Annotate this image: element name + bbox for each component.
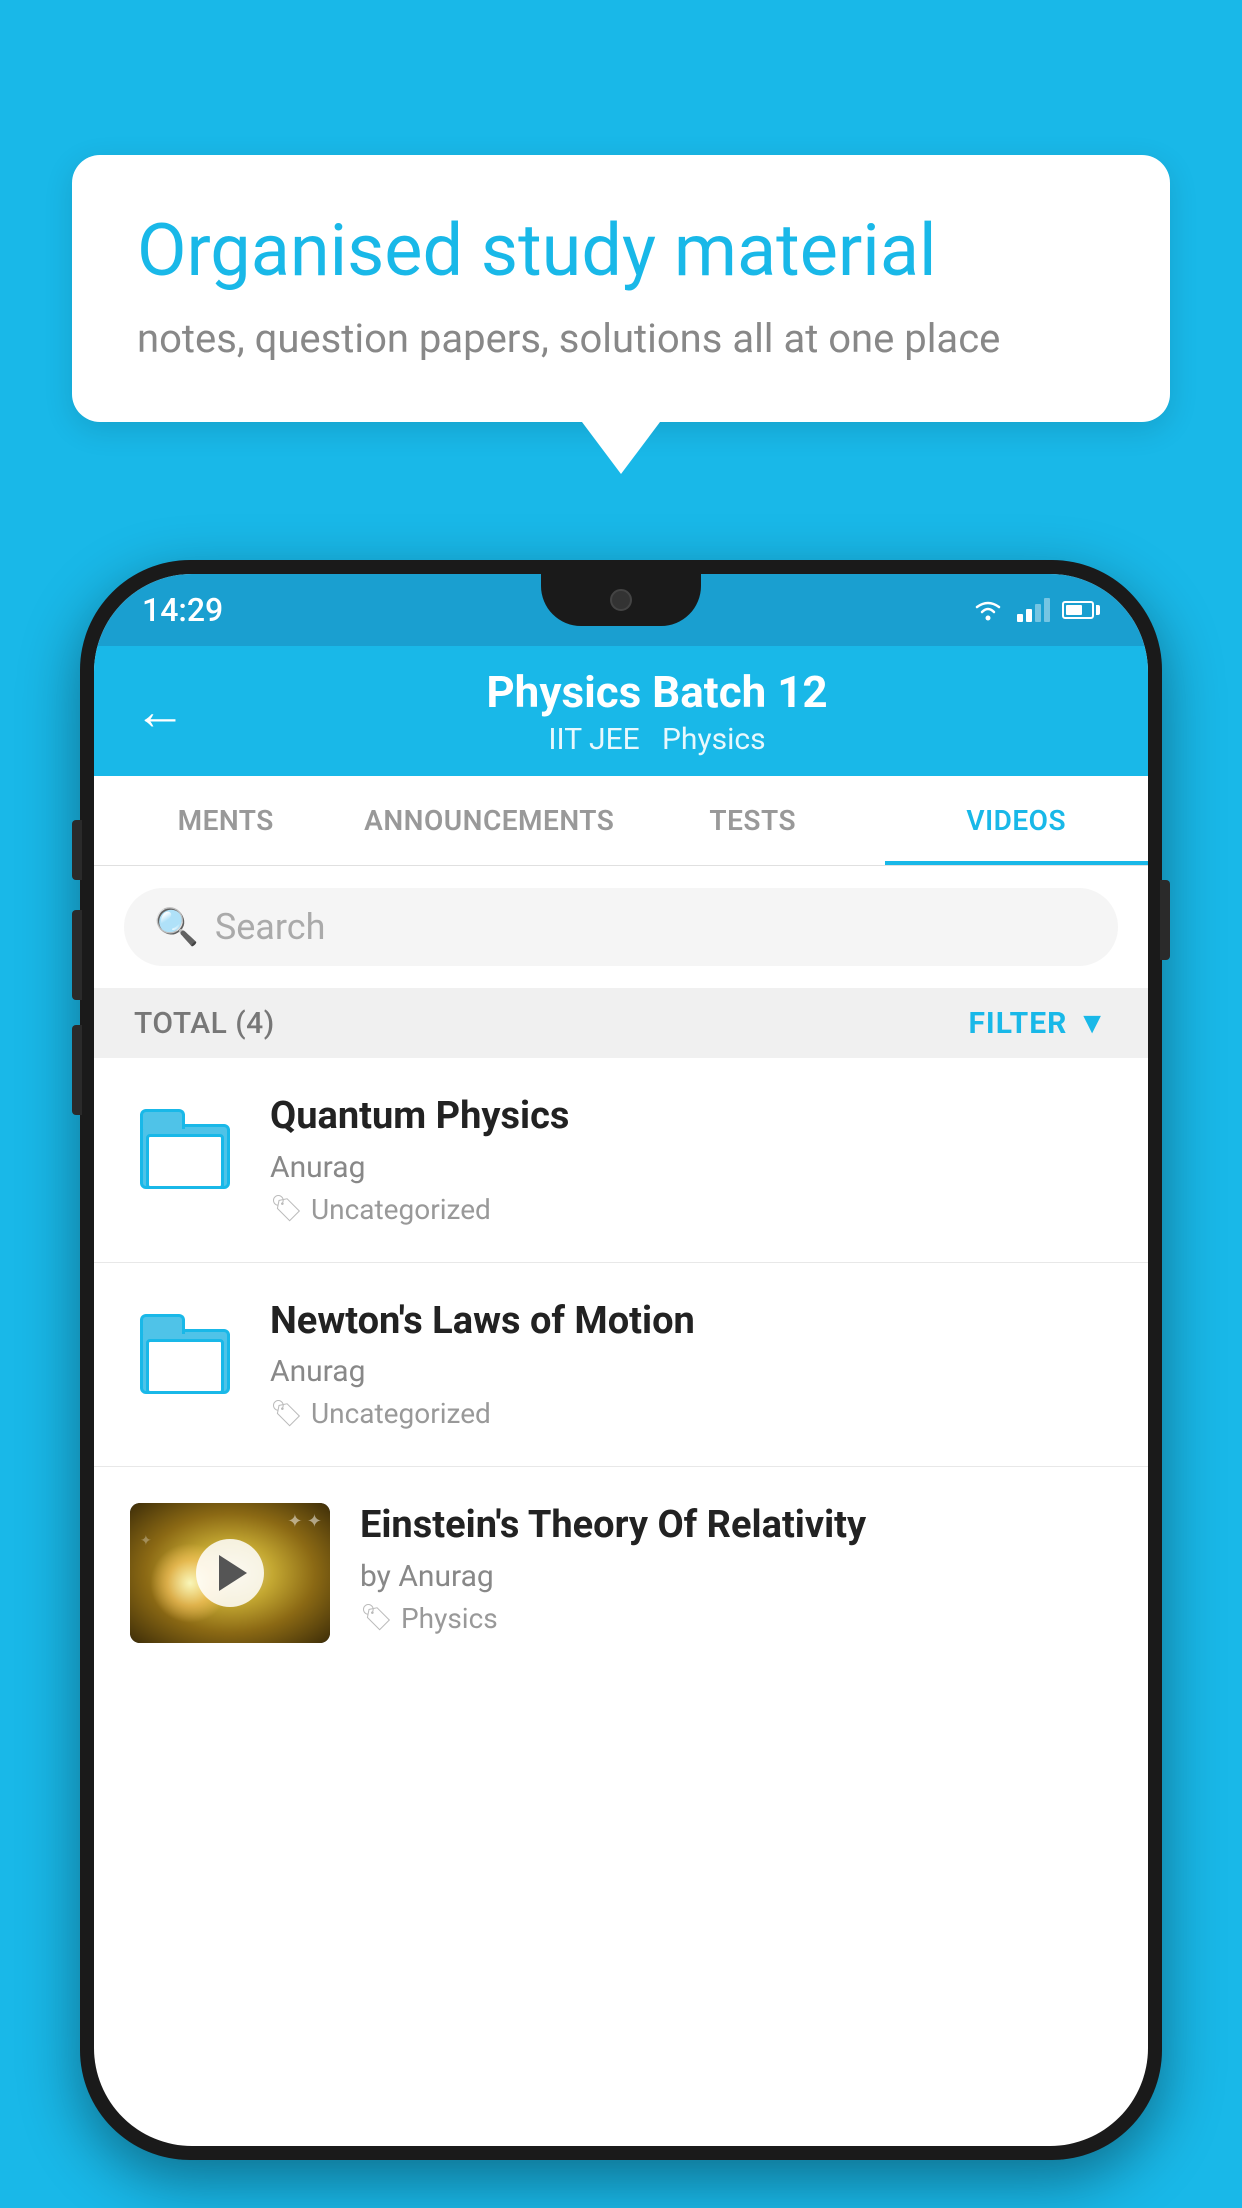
battery-icon: [1062, 601, 1100, 619]
list-item[interactable]: Newton's Laws of Motion Anurag 🏷 Uncateg…: [94, 1263, 1148, 1468]
phone-mockup: 14:29: [80, 560, 1162, 2160]
play-icon: [219, 1555, 247, 1591]
video-thumbnail: ✦ ✦ ✦: [130, 1503, 330, 1643]
video-author: Anurag: [270, 1150, 1112, 1185]
tabs-bar: MENTS ANNOUNCEMENTS TESTS VIDEOS: [94, 776, 1148, 866]
filter-button[interactable]: FILTER ▼: [968, 1006, 1108, 1041]
content-area: Quantum Physics Anurag 🏷 Uncategorized: [94, 1058, 1148, 1679]
power-button: [1160, 880, 1170, 960]
phone-outer: 14:29: [80, 560, 1162, 2160]
tag-icon: 🏷: [270, 1399, 303, 1429]
video-info: Quantum Physics Anurag 🏷 Uncategorized: [270, 1094, 1112, 1226]
tab-ments[interactable]: MENTS: [94, 776, 358, 865]
tag-icon: 🏷: [360, 1603, 393, 1633]
app-bar: ← Physics Batch 12 IIT JEE Physics: [94, 646, 1148, 776]
filter-funnel-icon: ▼: [1077, 1006, 1108, 1041]
volume-down-button: [72, 1025, 82, 1115]
speech-bubble-title: Organised study material: [137, 210, 1105, 293]
wifi-icon: [971, 598, 1005, 622]
tab-tests[interactable]: TESTS: [621, 776, 885, 865]
app-bar-title-group: Physics Batch 12 IIT JEE Physics: [206, 666, 1108, 757]
video-info: Einstein's Theory Of Relativity by Anura…: [360, 1503, 1112, 1635]
filter-label: FILTER: [968, 1006, 1067, 1041]
filter-bar: TOTAL (4) FILTER ▼: [94, 988, 1148, 1058]
front-camera: [610, 589, 632, 611]
play-button[interactable]: [196, 1539, 264, 1607]
list-item[interactable]: ✦ ✦ ✦ Einstein's Theory Of Relativity by…: [94, 1467, 1148, 1679]
folder-icon-container: [130, 1094, 240, 1204]
app-bar-title: Physics Batch 12: [206, 666, 1108, 718]
video-title: Quantum Physics: [270, 1094, 1112, 1140]
search-bar[interactable]: 🔍 Search: [124, 888, 1118, 966]
tag-label: Uncategorized: [311, 1397, 491, 1430]
total-count: TOTAL (4): [134, 1006, 275, 1041]
search-placeholder: Search: [215, 906, 326, 948]
video-author: by Anurag: [360, 1559, 1112, 1594]
folder-icon: [140, 1314, 230, 1394]
status-bar: 14:29: [94, 574, 1148, 646]
phone-screen: 14:29: [94, 574, 1148, 2146]
search-icon: 🔍: [154, 906, 199, 948]
video-info: Newton's Laws of Motion Anurag 🏷 Uncateg…: [270, 1299, 1112, 1431]
search-container: 🔍 Search: [94, 866, 1148, 988]
video-tag: 🏷 Physics: [360, 1602, 1112, 1635]
folder-icon: [140, 1109, 230, 1189]
list-item[interactable]: Quantum Physics Anurag 🏷 Uncategorized: [94, 1058, 1148, 1263]
tab-videos[interactable]: VIDEOS: [885, 776, 1149, 865]
speech-bubble-card: Organised study material notes, question…: [72, 155, 1170, 422]
tab-announcements[interactable]: ANNOUNCEMENTS: [358, 776, 622, 865]
notch: [541, 574, 701, 626]
tag-label: Uncategorized: [311, 1193, 491, 1226]
video-tag: 🏷 Uncategorized: [270, 1397, 1112, 1430]
back-button[interactable]: ←: [134, 681, 186, 742]
video-tag: 🏷 Uncategorized: [270, 1193, 1112, 1226]
video-author: Anurag: [270, 1354, 1112, 1389]
signal-icon: [1017, 598, 1050, 622]
mute-button: [72, 820, 82, 880]
folder-icon-container: [130, 1299, 240, 1409]
video-title: Einstein's Theory Of Relativity: [360, 1503, 1112, 1549]
status-icons: [971, 598, 1100, 622]
speech-bubble-subtitle: notes, question papers, solutions all at…: [137, 315, 1105, 362]
tag-icon: 🏷: [270, 1194, 303, 1224]
tag-label: Physics: [401, 1602, 498, 1635]
video-title: Newton's Laws of Motion: [270, 1299, 1112, 1345]
volume-up-button: [72, 910, 82, 1000]
status-time: 14:29: [142, 591, 223, 629]
app-bar-subtitle: IIT JEE Physics: [206, 722, 1108, 757]
